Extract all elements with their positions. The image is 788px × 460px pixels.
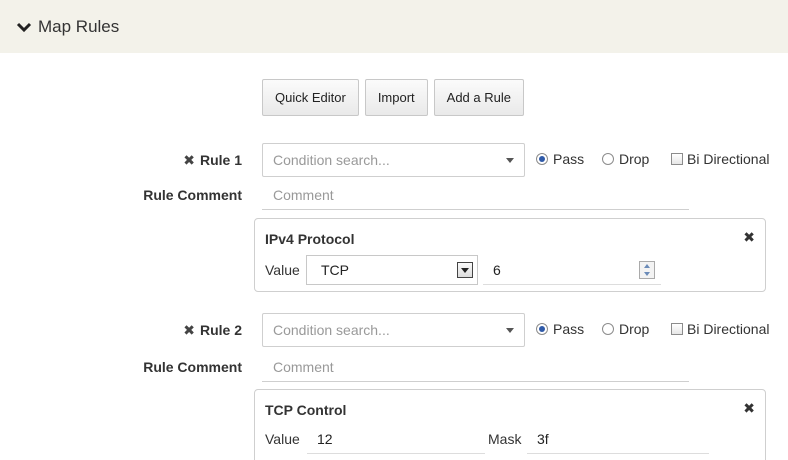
- spinner-icon[interactable]: [639, 261, 655, 279]
- radio-icon[interactable]: [602, 323, 614, 335]
- rule-1-pass-option[interactable]: Pass: [536, 151, 584, 167]
- close-icon[interactable]: ✖: [743, 400, 755, 417]
- protocol-select[interactable]: TCP: [306, 255, 478, 285]
- rule-2-drop-option[interactable]: Drop: [602, 321, 649, 337]
- rule-1-bidirectional-option[interactable]: Bi Directional: [671, 151, 769, 167]
- radio-selected-icon[interactable]: [536, 153, 548, 165]
- dropdown-arrow-icon[interactable]: [457, 262, 473, 278]
- remove-rule-2-icon[interactable]: ✖: [183, 322, 195, 338]
- add-rule-button[interactable]: Add a Rule: [433, 79, 524, 116]
- value-label: Value: [265, 262, 300, 278]
- tcp-mask-input[interactable]: 3f: [527, 424, 709, 454]
- caret-down-icon: [506, 158, 514, 163]
- checkbox-icon[interactable]: [671, 153, 683, 165]
- protocol-number-input[interactable]: 6: [483, 255, 661, 285]
- rule-2-comment-label: Rule Comment: [143, 359, 242, 375]
- rule-1-drop-option[interactable]: Drop: [602, 151, 649, 167]
- rule-2-bidirectional-option[interactable]: Bi Directional: [671, 321, 769, 337]
- rule-2-comment-input[interactable]: Comment: [262, 352, 689, 382]
- rule-1-condition-box: IPv4 Protocol ✖ Value TCP 6: [254, 218, 766, 292]
- map-rules-header[interactable]: Map Rules: [0, 0, 788, 53]
- condition-title: IPv4 Protocol: [265, 231, 355, 247]
- chevron-down-icon: [16, 22, 32, 32]
- rule-toolbar: Quick Editor Import Add a Rule: [262, 79, 524, 116]
- tcp-value-input[interactable]: 12: [307, 424, 485, 454]
- rule-1-label: ✖ Rule 1: [183, 152, 242, 168]
- rule-1-comment-label: Rule Comment: [143, 187, 242, 203]
- rule-2-condition-search[interactable]: Condition search...: [262, 313, 525, 347]
- checkbox-icon[interactable]: [671, 323, 683, 335]
- rule-2-label: ✖ Rule 2: [183, 322, 242, 338]
- mask-label: Mask: [488, 431, 522, 447]
- close-icon[interactable]: ✖: [743, 229, 755, 246]
- quick-editor-button[interactable]: Quick Editor: [262, 79, 359, 116]
- rule-1-condition-search[interactable]: Condition search...: [262, 143, 525, 177]
- caret-down-icon: [506, 328, 514, 333]
- import-button[interactable]: Import: [364, 79, 428, 116]
- value-label: Value: [265, 431, 300, 447]
- rule-1-comment-input[interactable]: Comment: [262, 180, 689, 210]
- rule-2-condition-box: TCP Control ✖ Value 12 Mask 3f: [254, 389, 766, 460]
- section-title: Map Rules: [38, 16, 120, 36]
- radio-selected-icon[interactable]: [536, 323, 548, 335]
- remove-rule-1-icon[interactable]: ✖: [183, 152, 195, 168]
- radio-icon[interactable]: [602, 153, 614, 165]
- condition-title: TCP Control: [265, 402, 347, 418]
- rule-2-pass-option[interactable]: Pass: [536, 321, 584, 337]
